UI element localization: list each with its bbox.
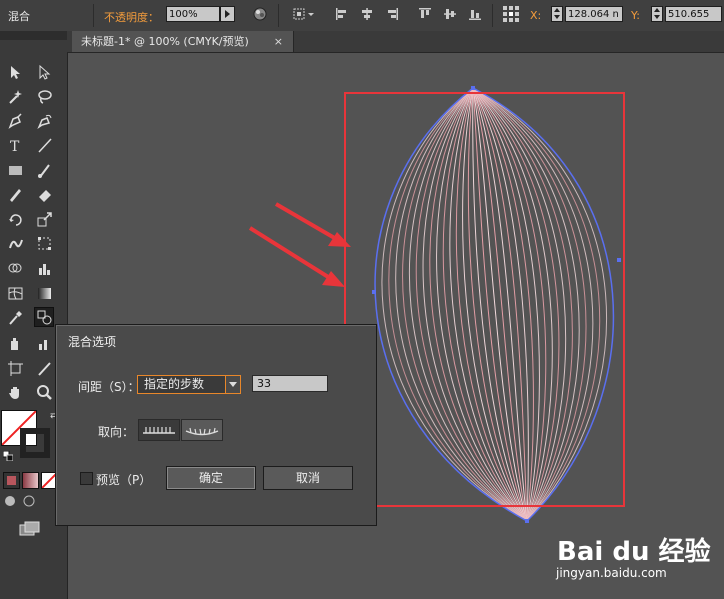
ok-button[interactable]: 确定 xyxy=(166,466,256,490)
spacing-selected-value: 指定的步数 xyxy=(144,377,205,391)
align-to-page-button[interactable] xyxy=(138,419,180,441)
watermark-url: jingyan.baidu.com xyxy=(556,566,667,580)
dialog-titlebar[interactable]: 混合选项 xyxy=(56,325,376,349)
align-to-path-icon xyxy=(185,427,219,436)
chevron-down-icon[interactable] xyxy=(225,375,241,394)
anchor-point[interactable] xyxy=(471,86,475,90)
watermark-logo: Bai du 经验 xyxy=(557,537,711,567)
arrow-annotation-icon xyxy=(274,202,351,247)
anchor-point[interactable] xyxy=(372,290,376,294)
spacing-select[interactable]: 指定的步数 xyxy=(137,375,241,394)
anchor-point[interactable] xyxy=(617,258,621,262)
blend-step-line xyxy=(436,87,528,522)
steps-input[interactable]: 33 xyxy=(252,375,328,392)
orientation-label: 取向： xyxy=(98,425,135,439)
blend-steps xyxy=(381,87,607,522)
blend-options-dialog: 混合选项 间距（S）： 指定的步数 33 取向： 预览（P） 确定 取消 xyxy=(55,324,377,526)
preview-label[interactable]: 预览（P） xyxy=(96,471,151,488)
align-to-path-button[interactable] xyxy=(181,419,223,441)
preview-checkbox[interactable] xyxy=(80,472,93,485)
blend-step-line xyxy=(395,87,528,522)
cancel-button[interactable]: 取消 xyxy=(263,466,353,490)
align-to-page-icon xyxy=(143,427,175,434)
dialog-title: 混合选项 xyxy=(68,335,117,349)
spacing-label: 间距（S）： xyxy=(78,380,140,394)
anchor-point[interactable] xyxy=(525,519,529,523)
